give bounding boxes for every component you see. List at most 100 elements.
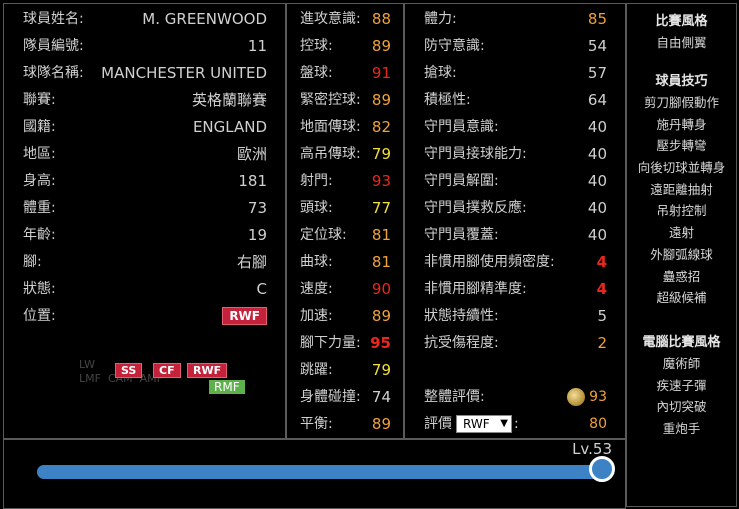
info-row: 隊員編號: 11 (23, 33, 267, 59)
com-style-title: 電腦比賽風格 (642, 335, 721, 350)
stat-value: 95 (370, 334, 391, 352)
stat-label: 非慣用腳精準度: (424, 281, 527, 297)
rating-select-value: RWF (463, 417, 490, 431)
stat-label: 狀態持續性: (424, 308, 499, 324)
stat-row: 腳下力量: 95 (300, 330, 391, 356)
info-label: 位置: (23, 308, 56, 324)
faded-label: LW (79, 358, 95, 371)
stat-label: 地面傳球: (300, 119, 361, 135)
info-row: 身高: 181 (23, 168, 267, 194)
faded-label: LMF (79, 372, 101, 385)
skills-title: 球員技巧 (655, 74, 708, 89)
stat-label: 定位球: (300, 227, 347, 243)
stat-label: 腳下力量: (300, 335, 361, 351)
stat-value: 57 (587, 64, 607, 82)
com-style-item: 疾速子彈 (656, 377, 707, 393)
info-value: 英格蘭聯賽 (191, 91, 267, 109)
stat-value: 40 (587, 145, 607, 163)
defense-stats-panel: 體力: 85 防守意識: 54 搶球: 57 積極性: 64 守門員意識: 40 守門員接球能力: 4… (404, 3, 626, 439)
skill-item: 遠距離抽射 (650, 181, 713, 197)
stat-value: 82 (371, 118, 391, 136)
skill-item: 超級候補 (656, 290, 707, 306)
play-style-value: 自由側翼 (656, 35, 707, 50)
stat-label: 守門員接球能力: (424, 146, 527, 162)
stat-label: 加速: (300, 308, 333, 324)
stat-label: 體力: (424, 11, 457, 27)
stat-row: 跳躍: 79 (300, 357, 391, 383)
stat-label: 進攻意識: (300, 11, 361, 27)
stat-label: 控球: (300, 38, 333, 54)
stat-label: 頭球: (300, 200, 333, 216)
stat-value: 64 (587, 91, 607, 109)
level-slider-track[interactable] (37, 465, 607, 479)
stat-label: 搶球: (424, 65, 457, 81)
stat-row: 積極性: 64 (424, 87, 607, 113)
rating-select[interactable]: RWF ▼ (456, 415, 512, 433)
stat-row: 抗受傷程度: 2 (424, 330, 607, 356)
info-label: 聯賽: (23, 92, 56, 108)
stat-value: 2 (597, 334, 607, 352)
player-info-panel: 球員姓名: M. GREENWOOD 隊員編號: 11 球隊名稱: MANCHESTER … (3, 3, 286, 439)
stat-label: 守門員意識: (424, 119, 499, 135)
stat-value: 74 (371, 388, 391, 406)
skill-item: 外腳弧線球 (650, 246, 713, 262)
attack-stats-panel: 進攻意識: 88 控球: 89 盤球: 91 緊密控球: 89 地面傳球: 82 高吊傳球: 79 射門… (286, 3, 404, 439)
stat-label: 盤球: (300, 65, 333, 81)
stat-value: 40 (587, 172, 607, 190)
info-label: 球隊名稱: (23, 65, 84, 81)
com-style-list: 魔術師 疾速子彈 內切突破 重炮手 (627, 353, 736, 440)
skill-item: 向後切球並轉身 (637, 160, 726, 176)
stat-row: 曲球: 81 (300, 249, 391, 275)
info-value: 11 (247, 37, 267, 55)
info-value: C (256, 280, 267, 298)
info-row: 聯賽: 英格蘭聯賽 (23, 87, 267, 113)
stat-label: 跳躍: (300, 362, 333, 378)
stat-value: 89 (371, 307, 391, 325)
info-row: 年齡: 19 (23, 222, 267, 248)
position-map: LW LMF CAM AMF SS CF RWF RMF (59, 356, 249, 412)
info-row: 腳: 右腳 (23, 249, 267, 275)
stat-value: 89 (371, 415, 391, 433)
stat-label: 射門: (300, 173, 333, 189)
info-label: 地區: (23, 146, 56, 162)
info-label: 體重: (23, 200, 56, 216)
stat-row: 狀態持續性: 5 (424, 303, 607, 329)
stat-value: 91 (371, 64, 391, 82)
medal-icon (567, 388, 585, 406)
stat-row: 守門員撲救反應: 40 (424, 195, 607, 221)
rating-label: 評價 (424, 416, 452, 432)
stat-row: 身體碰撞: 74 (300, 384, 391, 410)
style-sidebar: 比賽風格 自由側翼 球員技巧 剪刀腳假動作 施丹轉身 壓步轉彎 向後切球並轉身 遠距離抽… (626, 3, 737, 507)
info-label: 隊員編號: (23, 38, 84, 54)
stat-row: 定位球: 81 (300, 222, 391, 248)
com-style-item: 魔術師 (662, 356, 701, 371)
position-badge: RWF (222, 307, 267, 325)
stat-value: 88 (371, 10, 391, 28)
stat-value: 54 (587, 37, 607, 55)
info-value: 73 (247, 199, 267, 217)
info-label: 身高: (23, 173, 56, 189)
stat-row: 控球: 89 (300, 33, 391, 59)
stat-value: 4 (596, 253, 607, 271)
info-value: 右腳 (236, 253, 267, 271)
info-value: MANCHESTER UNITED (101, 64, 267, 82)
skill-item: 蠱惑招 (662, 268, 701, 284)
stat-label: 守門員覆蓋: (424, 227, 499, 243)
stat-value: 89 (371, 91, 391, 109)
stat-value: 40 (587, 226, 607, 244)
overall-label: 整體評價: (424, 389, 485, 405)
level-slider-handle[interactable] (589, 456, 615, 482)
stat-value: 79 (371, 145, 391, 163)
stat-value: 40 (587, 199, 607, 217)
stat-label: 高吊傳球: (300, 146, 361, 162)
stat-row: 體力: 85 (424, 6, 607, 32)
stat-value: 81 (371, 253, 391, 271)
info-row: 體重: 73 (23, 195, 267, 221)
level-panel: Lv.53 (3, 439, 626, 509)
stat-row: 緊密控球: 89 (300, 87, 391, 113)
skill-item: 施丹轉身 (656, 116, 707, 132)
skill-item: 壓步轉彎 (656, 138, 707, 154)
stat-label: 抗受傷程度: (424, 335, 499, 351)
stat-row: 非慣用腳精準度: 4 (424, 276, 607, 302)
info-label: 國籍: (23, 119, 56, 135)
